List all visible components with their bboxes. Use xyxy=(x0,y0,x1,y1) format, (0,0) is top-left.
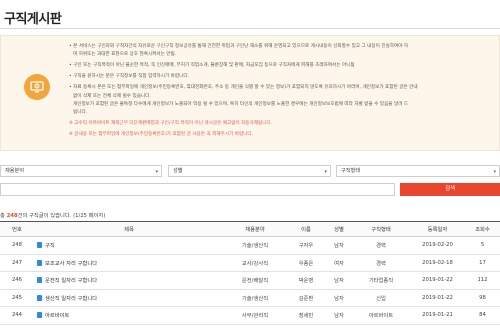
count-suffix: 건의 구직글이 있습니다. (1/25 페이지) xyxy=(17,213,106,219)
row-title-link[interactable]: 생산직 일자리 구합니다 xyxy=(45,296,97,302)
document-icon xyxy=(37,294,42,301)
notice-line: • 본 서비스는 구인자와 구직자간의 자유로운 구인구직 정보공유를 통해 건… xyxy=(69,44,409,49)
row-name: 김준환 xyxy=(298,295,314,302)
row-gender: 남자 xyxy=(334,295,344,302)
row-date: 2019-02-18 xyxy=(422,259,453,266)
row-views: 5 xyxy=(480,242,485,249)
row-name: 우종은 xyxy=(298,260,314,267)
row-name: 구자우 xyxy=(298,243,314,250)
row-field: 운전/배달직 xyxy=(241,278,269,285)
row-date: 2019-01-22 xyxy=(422,294,453,301)
row-gender: 남자 xyxy=(334,278,344,285)
row-number: 245 xyxy=(11,294,23,301)
row-name: 장세민 xyxy=(298,313,314,320)
notice-line: 립니다. xyxy=(73,110,88,116)
row-title[interactable]: 아르바이트 xyxy=(34,307,224,325)
notice-line: ※ 고수익 아르바이트 재택근무 다단계판매업과 구인/구직 목적이 아닌 게시… xyxy=(69,121,273,127)
row-number: 244 xyxy=(11,312,23,319)
notice-line: ※ 글내용 또는 첨부파일에 개인정보(주민등록번호)가 포함된 글 사용은 꼭… xyxy=(69,132,254,138)
col-header-type: 구직형태 xyxy=(352,221,410,237)
col-header-number: 번호 xyxy=(0,221,34,237)
table-row[interactable]: 244 아르바이트 사무/관리직 장세민 남자 아르바이트 2019-01-21 84 xyxy=(0,307,500,325)
document-icon xyxy=(37,312,42,319)
col-header-title: 제목 xyxy=(34,221,224,237)
table-header: 번호 제목 채용분야 이름 성별 구직형태 등록일자 조회수 xyxy=(0,221,500,237)
chevron-down-icon: ▾ xyxy=(155,169,158,175)
count-total: 248 xyxy=(6,213,18,219)
gender-select[interactable]: 성별 ▾ xyxy=(168,165,331,177)
notice-box: • 본 서비스는 구인자와 구직자간의 자유로운 구인구직 정보공유를 통해 건… xyxy=(0,35,500,151)
row-views: 98 xyxy=(479,294,486,301)
row-number: 246 xyxy=(11,277,23,284)
row-title-link[interactable]: 구직 xyxy=(45,243,55,249)
notice-line: • 구직을 원하시는 분은 구직정보를 직접 입력하시기 바랍니다. xyxy=(69,74,190,80)
job-seeker-table: 번호 제목 채용분야 이름 성별 구직형태 등록일자 조회수 248 구직 기술/생… xyxy=(0,221,500,325)
notice-line: 개인정보가 포함된 글은 불특정 다수에게 개인정보가 노출되어 악용 될 수 … xyxy=(73,101,409,107)
col-header-date: 등록일자 xyxy=(410,221,465,237)
row-type: 기타업종직 xyxy=(368,278,394,285)
notice-line: 며 허위또는 과대한 표현으로 상호 현혹시켜서는 안됨. xyxy=(73,52,177,58)
row-title-link[interactable]: 보조교사 자리 구합니다 xyxy=(45,261,97,267)
row-type: 신입 xyxy=(376,295,386,302)
row-field: 교사/강사직 xyxy=(241,260,269,267)
job-field-select[interactable]: 채용분야 ▾ xyxy=(0,165,162,177)
row-date: 2019-01-22 xyxy=(422,277,453,284)
result-count: 총 248건의 구직글이 있습니다. (1/25 페이지) xyxy=(0,211,105,219)
row-views: 17 xyxy=(479,259,486,266)
row-number: 248 xyxy=(11,242,23,249)
table-row[interactable]: 247 보조교사 자리 구합니다 교사/강사직 우종은 여자 경력 2019-02-18 17 xyxy=(0,254,500,272)
notice-line: • 자료 등록시 본은 또는 첨부파일에 개인정보(주민등록번호, 휴대전화번호… xyxy=(69,85,418,91)
row-type: 경력 xyxy=(376,260,386,267)
page-title: 구직게시판 xyxy=(4,12,62,27)
row-field: 기술/생산직 xyxy=(241,295,269,302)
table-row[interactable]: 246 운전직 일자리 구합니다 운전/배달직 박운영 남자 기타업종직 2019-01-2… xyxy=(0,272,500,290)
row-name: 박운영 xyxy=(298,278,314,285)
row-title[interactable]: 운전직 일자리 구합니다 xyxy=(34,272,224,290)
document-icon xyxy=(37,259,42,266)
row-views: 84 xyxy=(479,312,486,319)
row-title[interactable]: 구직 xyxy=(34,237,224,255)
row-title[interactable]: 생산직 일자리 구합니다 xyxy=(34,289,224,307)
notice-line: 없이 삭제 또는 전체 삭제 될수 있습니다. xyxy=(73,93,151,99)
row-title-link[interactable]: 운전직 일자리 구합니다 xyxy=(45,278,97,284)
chevron-down-icon: ▾ xyxy=(324,169,327,175)
col-header-gender: 성별 xyxy=(326,221,352,237)
row-field: 사무/관리직 xyxy=(241,313,269,320)
job-type-select[interactable]: 구직형태 ▾ xyxy=(336,165,500,177)
col-header-field: 채용분야 xyxy=(224,221,286,237)
title-divider xyxy=(0,28,500,29)
row-views: 112 xyxy=(477,277,488,284)
row-title-link[interactable]: 아르바이트 xyxy=(45,313,69,319)
row-field: 기술/생산직 xyxy=(241,243,269,250)
col-header-views: 조회수 xyxy=(465,221,500,237)
keyword-input[interactable] xyxy=(0,183,395,196)
row-type: 경력 xyxy=(376,243,386,250)
document-icon xyxy=(37,242,42,249)
row-date: 2019-01-21 xyxy=(422,312,453,319)
table-row[interactable]: 245 생산직 일자리 구합니다 기술/생산직 김준환 남자 신입 2019-01-22 98 xyxy=(0,289,500,307)
notice-text: • 본 서비스는 구인자와 구직자간의 자유로운 구인구직 정보공유를 통해 건… xyxy=(69,43,497,140)
job-type-select-value: 구직형태 xyxy=(341,168,361,174)
search-button[interactable]: 검색 xyxy=(400,183,500,196)
row-gender: 남자 xyxy=(334,243,344,250)
monitor-icon xyxy=(24,74,50,100)
table-row[interactable]: 248 구직 기술/생산직 구자우 남자 경력 2019-02-20 5 xyxy=(0,237,500,255)
gender-select-value: 성별 xyxy=(173,168,183,174)
notice-line: • 구인 또는 구직목적이 아닌 불순한 목적, 즉 인신매매, 무허가 직업소… xyxy=(69,63,355,69)
row-number: 247 xyxy=(11,259,23,266)
chevron-down-icon: ▾ xyxy=(493,169,496,175)
row-date: 2019-02-20 xyxy=(422,242,453,249)
row-gender: 여자 xyxy=(334,260,344,267)
col-header-name: 이름 xyxy=(286,221,326,237)
row-type: 아르바이트 xyxy=(368,313,394,320)
job-field-select-value: 채용분야 xyxy=(5,168,25,174)
row-title[interactable]: 보조교사 자리 구합니다 xyxy=(34,254,224,272)
document-icon xyxy=(37,277,42,284)
row-gender: 남자 xyxy=(334,313,344,320)
filter-row: 채용분야 ▾ 성별 ▾ 구직형태 ▾ xyxy=(0,165,500,177)
